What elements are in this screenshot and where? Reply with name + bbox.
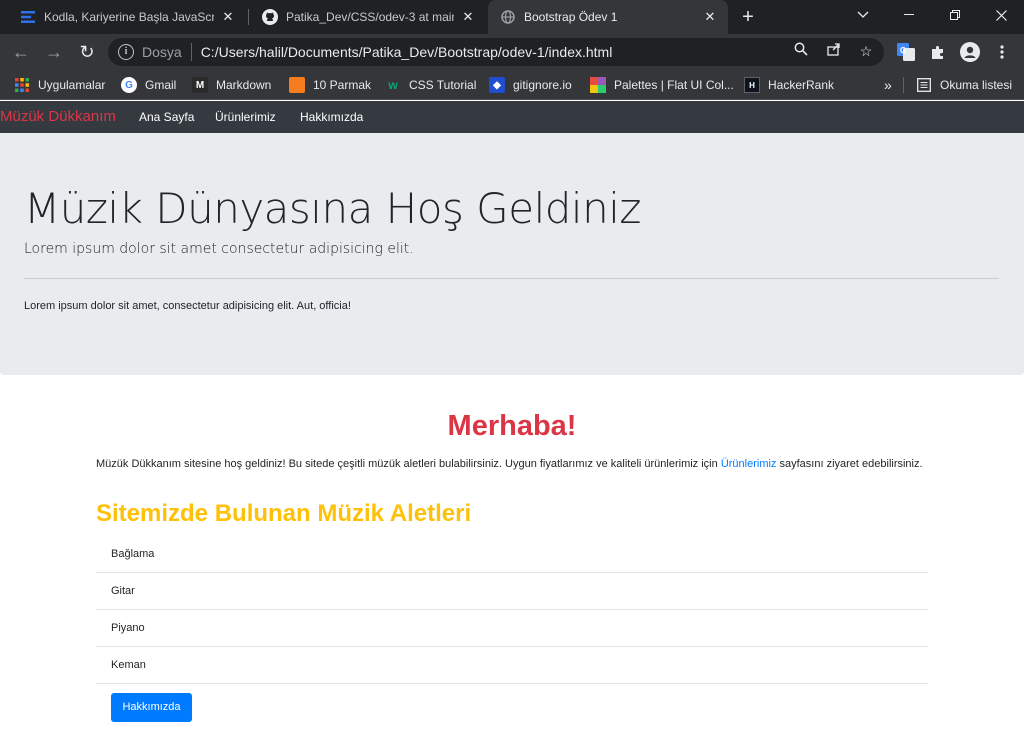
svg-text:G: G — [900, 46, 906, 55]
palette-icon — [590, 77, 606, 93]
greeting-heading: Merhaba! — [447, 410, 577, 442]
list-item: Keman — [96, 647, 928, 684]
bookmark-star-icon[interactable]: ☆ — [855, 40, 877, 62]
kebab-menu-icon[interactable] — [990, 40, 1014, 64]
hakkimizda-button[interactable]: Hakkımızda — [111, 693, 192, 722]
tab-kodla[interactable]: Kodla, Kariyerine Başla JavaScript ✕ — [8, 0, 246, 34]
info-icon[interactable]: i — [118, 44, 134, 60]
reading-list-label: Okuma listesi — [940, 78, 1013, 92]
tab-github[interactable]: Patika_Dev/CSS/odev-3 at main ✕ — [250, 0, 486, 34]
bookmark-label: gitignore.io — [513, 78, 572, 92]
bookmarks-bar: Uygulamalar G Gmail M Markdown 10 Parmak… — [0, 70, 1024, 100]
profile-avatar-icon[interactable] — [958, 40, 982, 64]
globe-icon — [500, 9, 516, 25]
address-divider — [190, 43, 192, 61]
jumbotron-text: Lorem ipsum dolor sit amet, consectetur … — [24, 300, 351, 312]
nav-link-hakkimizda[interactable]: Hakkımızda — [300, 110, 363, 124]
bookmark-label: Markdown — [216, 78, 272, 92]
share-icon[interactable] — [823, 40, 845, 62]
nav-link-ana-sayfa[interactable]: Ana Sayfa — [139, 110, 194, 124]
bookmark-label: Uygulamalar — [38, 78, 106, 92]
instruments-heading: Sitemizde Bulunan Müzik Aletleri — [96, 500, 472, 527]
bookmark-label: Gmail — [145, 78, 177, 92]
bookmark-apps[interactable]: Uygulamalar — [14, 75, 105, 95]
list-item: Piyano — [96, 610, 928, 647]
kodla-icon — [20, 9, 36, 25]
minimize-button[interactable] — [886, 0, 932, 30]
instrument-list: Bağlama Gitar Piyano Keman — [96, 536, 928, 684]
bookmark-label: Palettes | Flat UI Col... — [614, 78, 734, 92]
google-translate-icon[interactable]: G — [894, 40, 918, 64]
jumbotron: Müzik Dünyasına Hoş Geldiniz Lorem ipsum… — [0, 133, 1024, 375]
close-icon[interactable]: ✕ — [220, 9, 236, 25]
orange-square-icon — [289, 77, 305, 93]
bookmark-hackerrank[interactable]: H HackerRank — [744, 75, 834, 95]
bookmark-gitignore[interactable]: ◆ gitignore.io — [489, 75, 572, 95]
tab-title: Kodla, Kariyerine Başla JavaScript — [44, 10, 214, 24]
intro-paragraph: Müzük Dükkanım sitesine hoş geldiniz! Bu… — [96, 455, 928, 473]
close-window-button[interactable] — [978, 0, 1024, 30]
bookmark-css-tutorial[interactable]: w CSS Tutorial — [385, 75, 476, 95]
list-item: Bağlama — [96, 536, 928, 573]
browser-toolbar: ← → ↻ i Dosya C:/Users/halil/Documents/P… — [0, 34, 1024, 70]
nav-link-urunlerimiz[interactable]: Ürünlerimiz — [215, 110, 276, 124]
github-icon — [262, 9, 278, 25]
markdown-icon: M — [192, 77, 208, 93]
new-tab-button[interactable]: + — [738, 7, 758, 27]
address-url[interactable]: C:/Users/halil/Documents/Patika_Dev/Boot… — [201, 44, 613, 60]
apps-grid-icon — [14, 77, 30, 93]
jumbotron-lead: Lorem ipsum dolor sit amet consectetur a… — [24, 241, 414, 257]
address-bar[interactable]: i Dosya C:/Users/halil/Documents/Patika_… — [108, 38, 884, 66]
bookmark-palettes[interactable]: Palettes | Flat UI Col... — [590, 75, 734, 95]
navbar-brand[interactable]: Müzük Dükkanım — [0, 108, 116, 125]
bookmark-gmail[interactable]: G Gmail — [121, 75, 176, 95]
reload-icon[interactable]: ↻ — [75, 40, 99, 64]
bookmark-10-parmak[interactable]: 10 Parmak — [289, 75, 371, 95]
reading-list-icon — [916, 77, 932, 93]
restore-button[interactable] — [932, 0, 978, 30]
back-arrow-icon[interactable]: ← — [9, 40, 33, 64]
tab-title: Bootstrap Ödev 1 — [524, 10, 618, 24]
web-page: Müzük Dükkanım Ana Sayfa Ürünlerimiz Hak… — [0, 101, 1024, 738]
gitignore-icon: ◆ — [489, 77, 505, 93]
google-icon: G — [121, 77, 137, 93]
bookmark-label: 10 Parmak — [313, 78, 372, 92]
bookmark-label: CSS Tutorial — [409, 78, 477, 92]
jumbotron-title: Müzik Dünyasına Hoş Geldiniz — [24, 184, 641, 233]
list-item: Gitar — [96, 573, 928, 610]
hackerrank-icon: H — [744, 77, 760, 93]
bookmarks-overflow-chevron-icon[interactable]: » — [884, 75, 892, 95]
jumbotron-divider — [24, 278, 999, 279]
intro-text-end: sayfasını ziyaret edebilirsiniz. — [776, 458, 923, 470]
tab-bootstrap-odev[interactable]: Bootstrap Ödev 1 ✕ — [488, 0, 728, 34]
w3schools-icon: w — [388, 78, 398, 92]
extensions-puzzle-icon[interactable] — [926, 40, 950, 64]
close-icon[interactable]: ✕ — [702, 9, 718, 25]
urunlerimiz-link[interactable]: Ürünlerimiz — [721, 458, 777, 470]
tab-separator — [248, 9, 249, 25]
intro-text: Müzük Dükkanım sitesine hoş geldiniz! Bu… — [96, 458, 721, 470]
tab-search-icon[interactable] — [840, 0, 886, 30]
bookmark-label: HackerRank — [768, 78, 835, 92]
forward-arrow-icon[interactable]: → — [42, 40, 66, 64]
bookmarks-divider — [903, 77, 904, 93]
close-icon[interactable]: ✕ — [460, 9, 476, 25]
tab-strip: Kodla, Kariyerine Başla JavaScript ✕ Pat… — [0, 0, 1024, 34]
reading-list-button[interactable]: Okuma listesi — [916, 75, 1012, 95]
zoom-search-icon[interactable] — [790, 40, 812, 62]
site-navbar: Müzük Dükkanım Ana Sayfa Ürünlerimiz Hak… — [0, 101, 1024, 133]
address-scheme-label: Dosya — [142, 44, 182, 60]
tab-title: Patika_Dev/CSS/odev-3 at main — [286, 10, 454, 24]
bookmark-markdown[interactable]: M Markdown — [192, 75, 271, 95]
